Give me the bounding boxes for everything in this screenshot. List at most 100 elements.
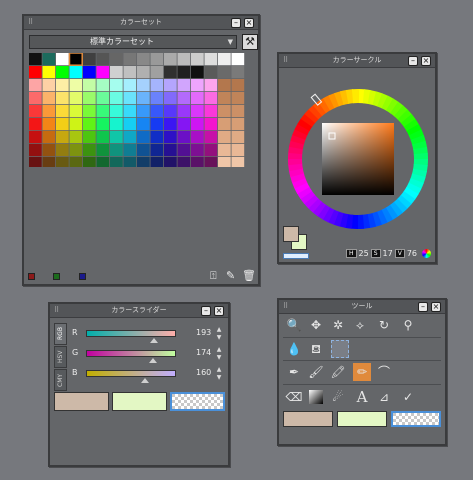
color-swatch[interactable] xyxy=(123,92,137,105)
color-swatch[interactable] xyxy=(218,53,231,66)
color-swatch[interactable] xyxy=(191,118,204,131)
color-swatch[interactable] xyxy=(150,53,164,66)
color-swatch[interactable] xyxy=(137,53,150,66)
color-swatch[interactable] xyxy=(137,131,150,144)
color-swatch[interactable] xyxy=(69,105,83,118)
color-swatch[interactable] xyxy=(218,157,231,167)
color-swatch[interactable] xyxy=(56,79,69,92)
color-swatch[interactable] xyxy=(69,131,83,144)
color-swatch[interactable] xyxy=(150,157,164,167)
color-swatch[interactable] xyxy=(177,105,191,118)
eyedropper-icon[interactable]: ✎ xyxy=(226,269,235,282)
main-color-swatch[interactable] xyxy=(283,226,299,242)
gradient-icon[interactable] xyxy=(309,390,323,404)
color-swatch[interactable] xyxy=(83,118,96,131)
color-set-titlebar[interactable]: ⠿ カラーセット – × xyxy=(24,16,258,30)
color-swatch[interactable] xyxy=(150,92,164,105)
color-swatch[interactable] xyxy=(231,79,245,92)
minimize-button[interactable]: – xyxy=(408,56,418,66)
color-swatch[interactable] xyxy=(218,66,231,79)
color-swatch[interactable] xyxy=(110,144,123,157)
color-swatch[interactable] xyxy=(56,66,69,79)
main-color-swatch[interactable] xyxy=(54,392,109,411)
color-swatch[interactable] xyxy=(164,92,177,105)
color-swatch[interactable] xyxy=(150,66,164,79)
r-gradient-bar[interactable] xyxy=(86,330,176,337)
color-swatch[interactable] xyxy=(110,66,123,79)
color-swatch[interactable] xyxy=(164,105,177,118)
color-swatch[interactable] xyxy=(177,118,191,131)
zoom-tool-icon[interactable]: 🔍 xyxy=(285,316,303,334)
color-swatch[interactable] xyxy=(177,53,191,66)
color-swatch[interactable] xyxy=(164,79,177,92)
color-swatch[interactable] xyxy=(204,144,218,157)
color-swatch[interactable] xyxy=(150,144,164,157)
sub-color-swatch[interactable] xyxy=(112,392,167,411)
color-swatch[interactable] xyxy=(164,131,177,144)
close-button[interactable]: × xyxy=(214,306,224,316)
bucket-icon[interactable]: ⛾ xyxy=(307,340,325,358)
color-swatch[interactable] xyxy=(218,92,231,105)
g-gradient-bar[interactable] xyxy=(86,350,176,357)
color-swatch[interactable] xyxy=(42,79,56,92)
color-swatch[interactable] xyxy=(177,144,191,157)
color-swatch[interactable] xyxy=(56,105,69,118)
color-swatch[interactable] xyxy=(164,157,177,167)
tab-cmy[interactable]: CMY xyxy=(54,369,67,391)
tool-titlebar[interactable]: ⠿ ツール – × xyxy=(279,300,445,314)
swatch-bottom-1[interactable] xyxy=(28,273,35,280)
color-swatch[interactable] xyxy=(69,157,83,167)
color-swatch[interactable] xyxy=(42,131,56,144)
color-swatch[interactable] xyxy=(191,131,204,144)
color-swatch[interactable] xyxy=(96,92,110,105)
search-icon[interactable]: ⚲ xyxy=(399,316,417,334)
color-swatch[interactable] xyxy=(56,118,69,131)
color-swatch[interactable] xyxy=(83,131,96,144)
color-swatch[interactable] xyxy=(110,79,123,92)
color-slider-titlebar[interactable]: ⠿ カラースライダー – × xyxy=(50,304,228,318)
color-swatch[interactable] xyxy=(29,66,42,79)
color-swatch[interactable] xyxy=(231,157,245,167)
color-swatch[interactable] xyxy=(231,92,245,105)
color-swatch[interactable] xyxy=(29,157,42,167)
eyedropper-icon[interactable]: 💧 xyxy=(285,340,303,358)
color-swatch[interactable] xyxy=(83,157,96,167)
transparent-swatch[interactable] xyxy=(283,253,309,259)
color-swatch[interactable] xyxy=(123,157,137,167)
color-swatch[interactable] xyxy=(191,157,204,167)
color-swatch[interactable] xyxy=(29,105,42,118)
color-swatch[interactable] xyxy=(218,79,231,92)
color-swatch[interactable] xyxy=(191,105,204,118)
color-swatch[interactable] xyxy=(150,131,164,144)
color-swatch[interactable] xyxy=(137,66,150,79)
color-swatch[interactable] xyxy=(204,66,218,79)
r-stepper[interactable]: ▲ ▼ xyxy=(214,326,224,344)
color-swatch[interactable] xyxy=(204,92,218,105)
color-swatch[interactable] xyxy=(164,118,177,131)
color-swatch[interactable] xyxy=(123,66,137,79)
color-swatch[interactable] xyxy=(137,92,150,105)
color-swatch[interactable] xyxy=(177,157,191,167)
color-swatch[interactable] xyxy=(231,66,245,79)
color-swatch[interactable] xyxy=(83,92,96,105)
color-swatch[interactable] xyxy=(96,79,110,92)
airbrush-icon[interactable]: 🖍 xyxy=(329,363,347,381)
color-set-selector[interactable]: 標準カラーセット ▼ xyxy=(29,35,237,49)
color-swatch[interactable] xyxy=(177,79,191,92)
wrench-icon[interactable]: ⚒ xyxy=(242,34,258,50)
color-swatch[interactable] xyxy=(204,79,218,92)
color-swatch[interactable] xyxy=(69,144,83,157)
pencil-icon[interactable]: ✏ xyxy=(353,363,371,381)
color-swatch[interactable] xyxy=(123,131,137,144)
color-swatch[interactable] xyxy=(218,105,231,118)
blend-icon[interactable]: ☄ xyxy=(329,388,347,406)
close-button[interactable]: × xyxy=(421,56,431,66)
g-thumb[interactable] xyxy=(149,358,157,363)
swatch-grid[interactable] xyxy=(29,53,245,167)
hue-ring[interactable] xyxy=(285,86,431,232)
r-value[interactable]: 193 xyxy=(196,328,211,337)
color-circle-titlebar[interactable]: ⠿ カラーサークル – × xyxy=(279,54,435,68)
ruler-icon[interactable]: ⊿ xyxy=(375,388,393,406)
color-swatch[interactable] xyxy=(177,131,191,144)
curve-icon[interactable]: ⌒ xyxy=(375,363,393,381)
